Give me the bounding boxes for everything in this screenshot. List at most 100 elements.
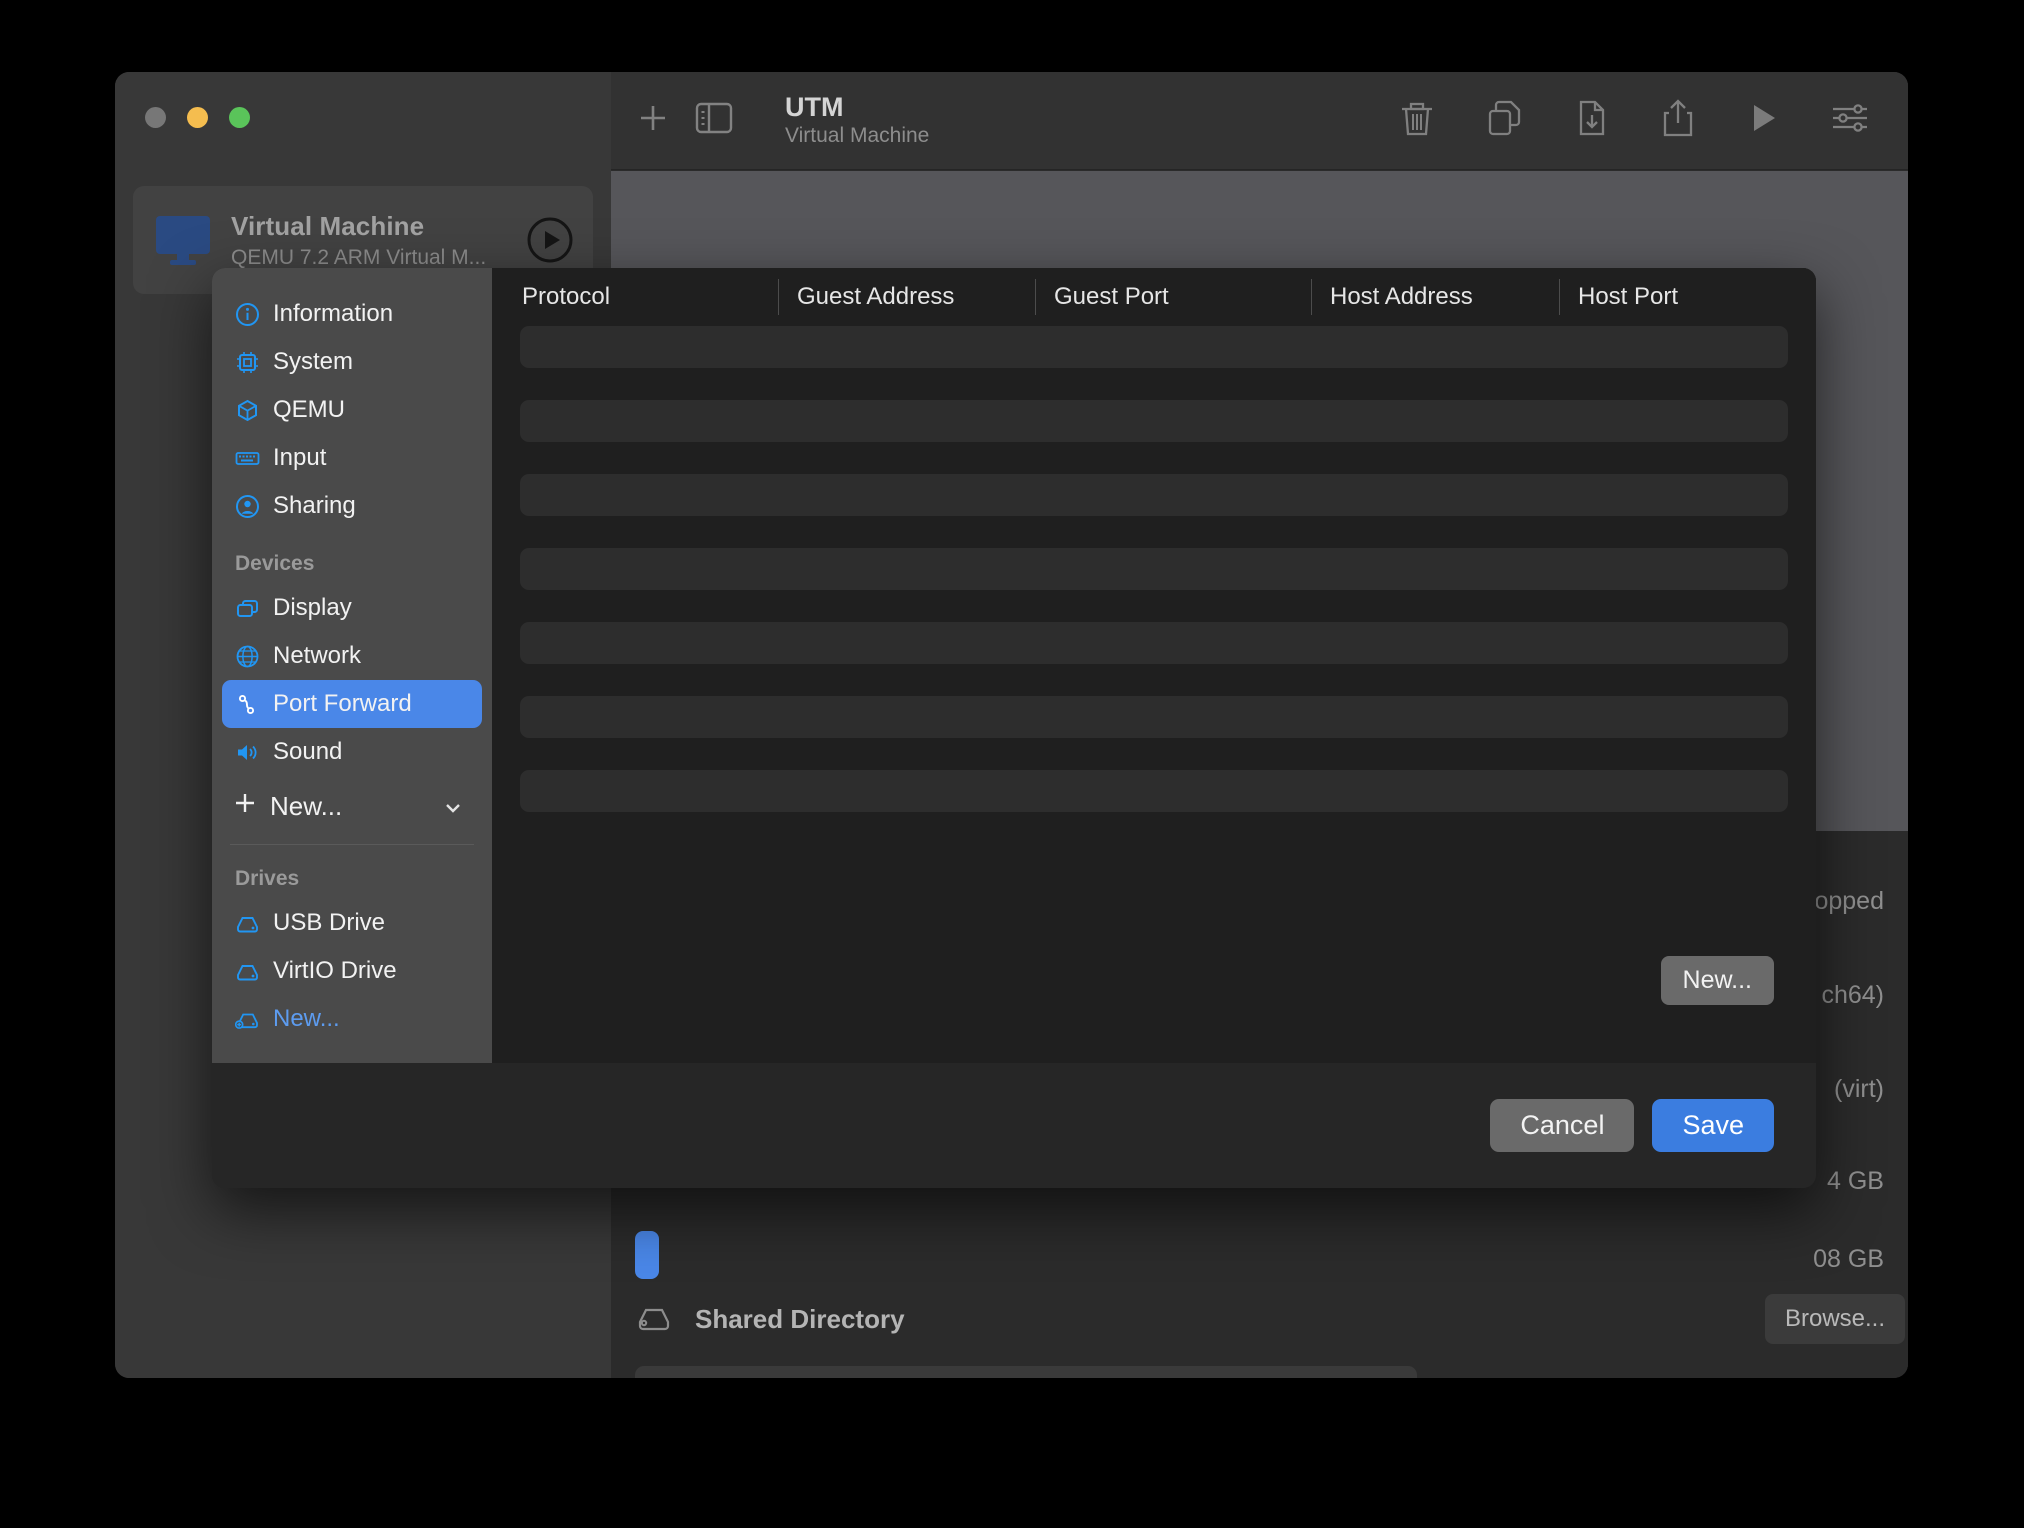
chevron-down-icon[interactable] xyxy=(442,791,464,822)
table-row[interactable] xyxy=(520,474,1788,516)
drive-icon xyxy=(235,959,260,984)
display-icon xyxy=(153,213,213,267)
maximize-window-button[interactable] xyxy=(229,107,250,128)
cd-dvd-row: CD/DVD ubuntu-22.10-live-server-arm64.is… xyxy=(635,1366,1826,1378)
drive-icon xyxy=(635,1302,673,1337)
vm-disk-value: 08 GB xyxy=(1813,1245,1884,1273)
drive-add-icon xyxy=(235,1007,260,1032)
vm-name: Virtual Machine xyxy=(231,210,425,241)
keyboard-icon xyxy=(235,446,260,471)
sidebar-item-label: Sound xyxy=(273,738,343,765)
vm-machine-value: (virt) xyxy=(1834,1075,1884,1103)
sidebar-item-label: Port Forward xyxy=(273,690,412,717)
vm-list-item-text: Virtual Machine QEMU 7.2 ARM Virtual M..… xyxy=(231,211,509,270)
add-new-device-button[interactable]: New... xyxy=(222,782,482,830)
toolbar-left-group: UTM Virtual Machine xyxy=(635,91,929,149)
document-download-icon[interactable] xyxy=(1574,98,1610,143)
sidebar-item-sound[interactable]: Sound xyxy=(222,728,482,776)
vm-settings-dialog: Information System QEMU Input Sharing De… xyxy=(212,268,1816,1188)
dialog-footer: Cancel Save xyxy=(212,1063,1816,1188)
sliders-icon[interactable] xyxy=(1830,101,1870,140)
sidebar-item-label: VirtIO Drive xyxy=(273,957,397,984)
sidebar-item-usb-drive[interactable]: USB Drive xyxy=(222,899,482,947)
table-row[interactable] xyxy=(520,770,1788,812)
port-forward-panel: Protocol Guest Address Guest Port Host A… xyxy=(492,268,1816,1063)
sidebar-item-network[interactable]: Network xyxy=(222,632,482,680)
vm-status-value: opped xyxy=(1814,887,1884,915)
new-port-forward-button[interactable]: New... xyxy=(1660,956,1774,1005)
drives-group-label: Drives xyxy=(235,867,300,890)
table-row[interactable] xyxy=(520,622,1788,664)
vm-architecture-value: ch64) xyxy=(1821,981,1884,1009)
table-row[interactable] xyxy=(520,696,1788,738)
sidebar-item-system[interactable]: System xyxy=(222,338,482,386)
plus-icon xyxy=(232,790,258,823)
settings-nav-sidebar: Information System QEMU Input Sharing De… xyxy=(212,268,492,1063)
column-header-host-address[interactable]: Host Address xyxy=(1311,279,1559,315)
cd-dvd-filename: ubuntu-22.10-live-server-arm64.iso xyxy=(1437,1378,1826,1379)
shared-directory-label: Shared Directory xyxy=(695,1303,905,1334)
port-forward-table-header: Protocol Guest Address Guest Port Host A… xyxy=(492,268,1816,326)
new-port-forward-wrap: New... xyxy=(1660,956,1774,1005)
devices-group-label: Devices xyxy=(235,552,315,575)
toolbar: UTM Virtual Machine xyxy=(611,72,1908,170)
sidebar-item-information[interactable]: Information xyxy=(222,290,482,338)
shared-directory-row: Shared Directory Browse... xyxy=(635,1294,1905,1344)
minimize-window-button[interactable] xyxy=(187,107,208,128)
globe-icon xyxy=(235,644,260,669)
info-circle-icon xyxy=(235,302,260,327)
info-pill-accent xyxy=(635,1231,659,1279)
column-header-guest-port[interactable]: Guest Port xyxy=(1035,279,1311,315)
add-vm-button[interactable] xyxy=(635,100,671,141)
cd-dvd-select[interactable]: CD/DVD xyxy=(635,1366,1417,1378)
sidebar-item-label: New... xyxy=(273,1005,340,1032)
trash-icon[interactable] xyxy=(1398,98,1436,143)
sidebar-item-label: Display xyxy=(273,594,352,621)
sidebar-item-qemu[interactable]: QEMU xyxy=(222,386,482,434)
table-row[interactable] xyxy=(520,326,1788,368)
cube-icon xyxy=(235,398,260,423)
sidebar-item-input[interactable]: Input xyxy=(222,434,482,482)
sidebar-item-label: Information xyxy=(273,300,394,327)
browse-button[interactable]: Browse... xyxy=(1764,1294,1905,1344)
column-header-host-port[interactable]: Host Port xyxy=(1559,279,1799,315)
sidebar-item-label: Sharing xyxy=(273,492,356,519)
app-title: UTM xyxy=(785,91,844,122)
sidebar-item-new-drive[interactable]: New... xyxy=(222,995,482,1043)
play-icon[interactable] xyxy=(1746,99,1780,142)
save-button[interactable]: Save xyxy=(1652,1099,1774,1152)
port-forward-icon xyxy=(235,692,260,717)
close-window-button[interactable] xyxy=(145,107,166,128)
vm-description: QEMU 7.2 ARM Virtual M... xyxy=(231,245,487,269)
duplicate-icon[interactable] xyxy=(1486,98,1524,143)
cd-drive-icon xyxy=(651,1377,677,1379)
sidebar-item-label: System xyxy=(273,348,354,375)
add-new-device-label: New... xyxy=(270,790,343,821)
traffic-lights xyxy=(145,107,250,128)
toolbar-title-group: UTM Virtual Machine xyxy=(785,91,929,149)
speaker-icon xyxy=(235,740,260,765)
sidebar-toggle-icon[interactable] xyxy=(695,101,733,140)
sidebar-item-port-forward[interactable]: Port Forward xyxy=(222,680,482,728)
sidebar-item-label: Network xyxy=(273,642,362,669)
sidebar-item-label: QEMU xyxy=(273,396,345,423)
sidebar-item-label: Input xyxy=(273,444,327,471)
sidebar-item-label: USB Drive xyxy=(273,909,386,936)
table-row[interactable] xyxy=(520,400,1788,442)
toolbar-actions xyxy=(1398,97,1870,144)
table-row[interactable] xyxy=(520,548,1788,590)
port-forward-table-body xyxy=(492,326,1816,812)
drive-icon xyxy=(235,911,260,936)
play-circle-icon[interactable] xyxy=(527,217,573,263)
cancel-button[interactable]: Cancel xyxy=(1490,1099,1635,1152)
person-circle-icon xyxy=(235,494,260,519)
divider xyxy=(230,844,474,845)
column-header-guest-address[interactable]: Guest Address xyxy=(778,279,1035,315)
sidebar-item-display[interactable]: Display xyxy=(222,584,482,632)
column-header-protocol[interactable]: Protocol xyxy=(522,279,778,315)
share-icon[interactable] xyxy=(1660,97,1696,144)
sidebar-item-virtio-drive[interactable]: VirtIO Drive xyxy=(222,947,482,995)
sidebar-item-sharing[interactable]: Sharing xyxy=(222,482,482,530)
vm-memory-value: 4 GB xyxy=(1827,1167,1884,1195)
display-stack-icon xyxy=(235,596,260,621)
